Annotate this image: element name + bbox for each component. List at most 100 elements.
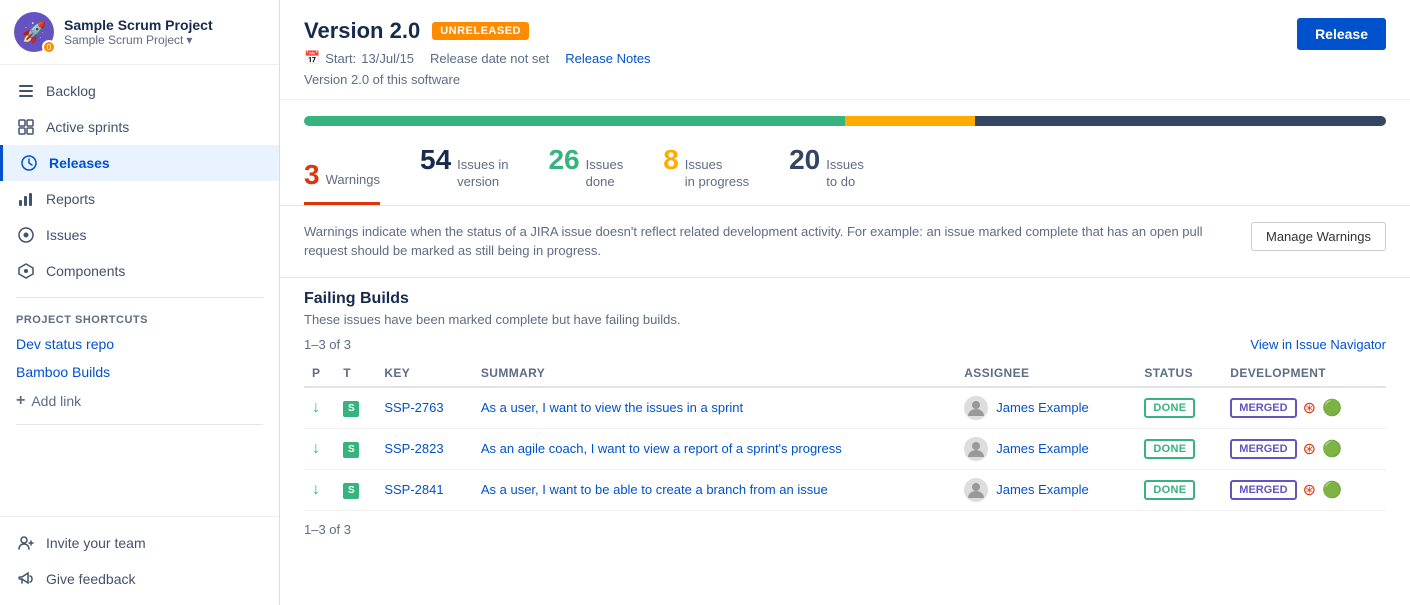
col-development: Development	[1222, 360, 1386, 387]
main-content: Version 2.0 UNRELEASED 📅 Start: 13/Jul/1…	[280, 0, 1410, 605]
sidebar-item-issues[interactable]: Issues	[0, 217, 279, 253]
cell-summary-1[interactable]: As an agile coach, I want to view a repo…	[473, 428, 956, 469]
cell-summary-2[interactable]: As a user, I want to be able to create a…	[473, 469, 956, 510]
view-in-issue-navigator-link[interactable]: View in Issue Navigator	[1250, 337, 1386, 352]
priority-low-icon: ↓	[312, 399, 320, 416]
project-name: Sample Scrum Project	[64, 17, 213, 33]
issue-key-link[interactable]: SSP-2763	[384, 400, 443, 415]
failing-builds-title: Failing Builds	[304, 290, 1386, 308]
assignee-name[interactable]: James Example	[996, 482, 1088, 497]
sidebar-item-give-feedback[interactable]: Give feedback	[0, 561, 279, 597]
col-type: T	[335, 360, 376, 387]
progress-inprogress	[845, 116, 975, 126]
cell-key-2[interactable]: SSP-2841	[376, 469, 473, 510]
component-icon	[16, 261, 36, 281]
status-badge: DONE	[1144, 480, 1195, 500]
dev-cell: MERGED ⊛ 🟢	[1230, 439, 1378, 459]
sidebar-item-releases-label: Releases	[49, 155, 110, 171]
cell-summary-0[interactable]: As a user, I want to view the issues in …	[473, 387, 956, 429]
issues-todo-count: 20	[789, 144, 820, 176]
give-feedback-label: Give feedback	[46, 571, 136, 587]
summary-link[interactable]: As a user, I want to view the issues in …	[481, 400, 743, 415]
sidebar-item-issues-label: Issues	[46, 227, 86, 243]
cell-assignee-1: James Example	[956, 428, 1136, 469]
project-avatar: 🚀 0	[14, 12, 54, 52]
failing-builds-section: Failing Builds These issues have been ma…	[280, 278, 1410, 549]
merged-badge: MERGED	[1230, 398, 1296, 418]
col-priority: P	[304, 360, 335, 387]
summary-link[interactable]: As a user, I want to be able to create a…	[481, 482, 828, 497]
stat-issues-inprogress: 8 Issuesin progress	[663, 144, 749, 191]
sidebar-item-active-sprints-label: Active sprints	[46, 119, 129, 135]
shortcut-dev-status-repo[interactable]: Dev status repo	[0, 330, 279, 358]
summary-link[interactable]: As an agile coach, I want to view a repo…	[481, 441, 842, 456]
sprint-icon	[16, 117, 36, 137]
cell-type-0: S	[335, 387, 376, 429]
megaphone-icon	[16, 569, 36, 589]
col-status: Status	[1136, 360, 1222, 387]
unreleased-badge: UNRELEASED	[432, 22, 529, 40]
cell-development-1: MERGED ⊛ 🟢	[1222, 428, 1386, 469]
sidebar-bottom: Invite your team Give feedback	[0, 516, 279, 605]
version-title: Version 2.0	[304, 18, 420, 44]
cell-priority-1: ↓	[304, 428, 335, 469]
project-sub: Sample Scrum Project ▾	[64, 33, 213, 47]
cell-development-0: MERGED ⊛ 🟢	[1222, 387, 1386, 429]
assignee-avatar	[964, 437, 988, 461]
sidebar-item-components-label: Components	[46, 263, 125, 279]
warning-circle-icon: ⊛	[1303, 480, 1316, 500]
add-link-button[interactable]: + Add link	[0, 386, 279, 416]
sidebar-item-backlog[interactable]: Backlog	[0, 73, 279, 109]
issues-inprogress-count: 8	[663, 144, 679, 176]
list-icon	[16, 81, 36, 101]
issue-type-icon: S	[343, 483, 359, 499]
sidebar-item-reports[interactable]: Reports	[0, 181, 279, 217]
title-row: Version 2.0 UNRELEASED	[304, 18, 651, 44]
cell-key-1[interactable]: SSP-2823	[376, 428, 473, 469]
check-icon: 🟢	[1322, 398, 1342, 418]
progress-done	[304, 116, 845, 126]
table-header: P T Key Summary Assignee Status Developm…	[304, 360, 1386, 387]
table-row: ↓ S SSP-2763 As a user, I want to view t…	[304, 387, 1386, 429]
stat-warnings[interactable]: 3 Warnings	[304, 159, 380, 191]
warnings-section: Warnings indicate when the status of a J…	[280, 206, 1410, 278]
sidebar: 🚀 0 Sample Scrum Project Sample Scrum Pr…	[0, 0, 280, 605]
stat-issues-done: 26 Issuesdone	[548, 144, 623, 191]
warning-circle-icon: ⊛	[1303, 439, 1316, 459]
issues-inprogress-label: Issuesin progress	[685, 157, 749, 191]
stat-issues-version: 54 Issues inversion	[420, 144, 508, 191]
progress-bar	[304, 116, 1386, 126]
table-row: ↓ S SSP-2823 As an agile coach, I want t…	[304, 428, 1386, 469]
issue-key-link[interactable]: SSP-2841	[384, 482, 443, 497]
assignee-name[interactable]: James Example	[996, 400, 1088, 415]
status-badge: DONE	[1144, 439, 1195, 459]
release-button[interactable]: Release	[1297, 18, 1386, 50]
cell-key-0[interactable]: SSP-2763	[376, 387, 473, 429]
issues-version-count: 54	[420, 144, 451, 176]
release-notes-link[interactable]: Release Notes	[565, 51, 650, 66]
issues-tbody: ↓ S SSP-2763 As a user, I want to view t…	[304, 387, 1386, 511]
cell-type-2: S	[335, 469, 376, 510]
sidebar-item-components[interactable]: Components	[0, 253, 279, 289]
stats-row: 3 Warnings 54 Issues inversion 26 Issues…	[280, 134, 1410, 206]
sidebar-item-invite-team[interactable]: Invite your team	[0, 525, 279, 561]
sidebar-item-active-sprints[interactable]: Active sprints	[0, 109, 279, 145]
col-key: Key	[376, 360, 473, 387]
manage-warnings-button[interactable]: Manage Warnings	[1251, 222, 1386, 251]
check-icon: 🟢	[1322, 439, 1342, 459]
assignee-name[interactable]: James Example	[996, 441, 1088, 456]
header-left: Version 2.0 UNRELEASED 📅 Start: 13/Jul/1…	[304, 18, 651, 87]
priority-low-icon: ↓	[312, 440, 320, 457]
project-header[interactable]: 🚀 0 Sample Scrum Project Sample Scrum Pr…	[0, 0, 279, 65]
progress-todo	[975, 116, 1386, 126]
assignee-avatar	[964, 478, 988, 502]
status-badge: DONE	[1144, 398, 1195, 418]
project-info: Sample Scrum Project Sample Scrum Projec…	[64, 17, 213, 47]
issue-key-link[interactable]: SSP-2823	[384, 441, 443, 456]
shortcut-bamboo-builds[interactable]: Bamboo Builds	[0, 358, 279, 386]
issues-done-count: 26	[548, 144, 579, 176]
issue-type-icon: S	[343, 442, 359, 458]
issues-version-label: Issues inversion	[457, 157, 508, 191]
nav-divider-1	[16, 297, 263, 298]
sidebar-item-releases[interactable]: Releases	[0, 145, 279, 181]
